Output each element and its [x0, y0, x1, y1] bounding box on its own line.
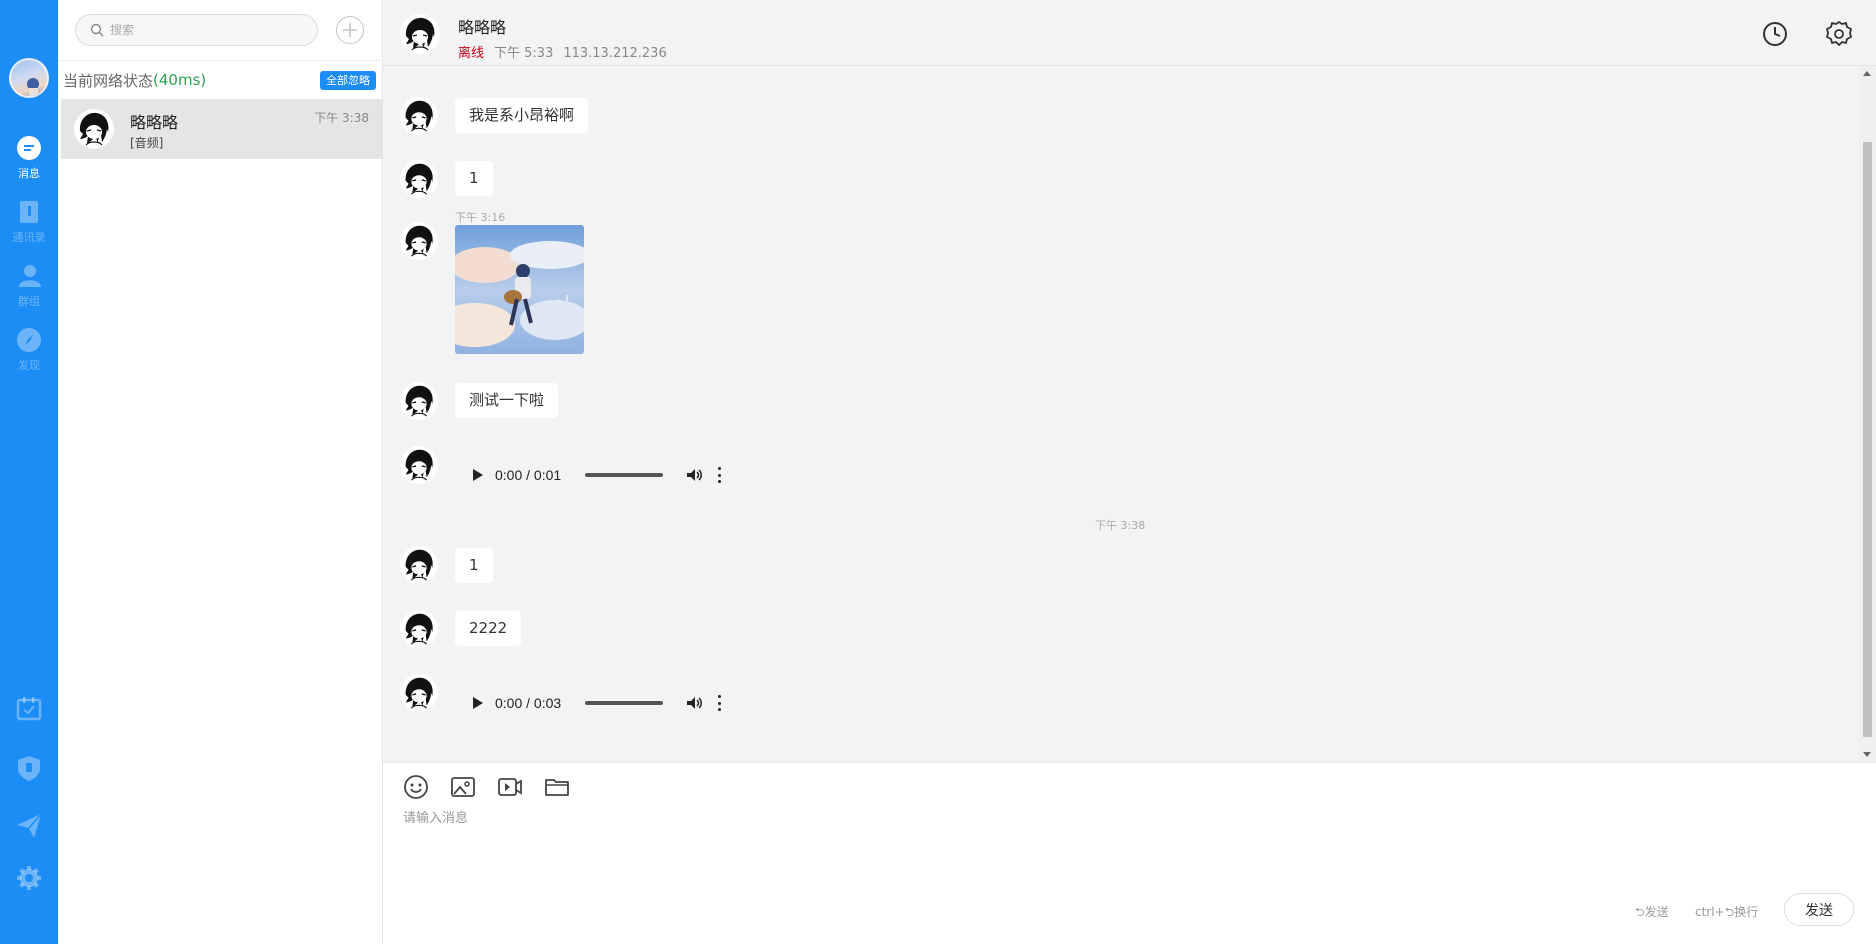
volume-icon[interactable] — [685, 694, 703, 712]
last-seen-time: 下午 5:33 — [494, 46, 554, 61]
audio-progress[interactable] — [585, 473, 663, 477]
more-icon[interactable] — [717, 695, 721, 711]
emoji-icon[interactable] — [403, 774, 429, 800]
message-scrollbar[interactable] — [1859, 66, 1876, 762]
shield-icon[interactable] — [15, 754, 43, 782]
time-divider: 下午 3:38 — [1095, 519, 1146, 532]
add-button[interactable] — [336, 16, 364, 44]
search-icon — [90, 23, 104, 37]
conversation-name: 略略略 — [130, 113, 179, 132]
message-icon — [17, 136, 41, 160]
video-icon[interactable] — [497, 774, 523, 800]
chat-header: 略略略 离线 下午 5:33 113.13.212.236 — [383, 0, 1876, 66]
plus-icon — [343, 23, 357, 37]
chat-title: 略略略 — [458, 18, 507, 37]
message-avatar — [400, 446, 438, 484]
ignore-all-button[interactable]: 全部忽略 — [320, 71, 376, 90]
send-icon[interactable] — [15, 812, 43, 840]
rail-item-label: 消息 — [18, 167, 40, 180]
left-rail: 消息 通讯录 群组 发现 — [0, 0, 58, 944]
rail-item-groups[interactable]: 群组 — [0, 263, 58, 309]
history-icon[interactable] — [1761, 20, 1789, 48]
settings-icon[interactable] — [1825, 20, 1853, 48]
conversation-preview: [音频] — [130, 136, 164, 150]
conversation-item[interactable]: 略略略 [音频] 下午 3:38 — [61, 99, 383, 159]
contact-avatar — [74, 109, 114, 149]
message-bubble: 测试一下啦 — [455, 383, 559, 418]
status-badge: 离线 — [458, 46, 485, 61]
message-avatar — [400, 674, 438, 712]
search-input[interactable] — [110, 23, 300, 37]
audio-progress[interactable] — [585, 701, 663, 705]
rail-item-label: 通讯录 — [12, 231, 46, 244]
network-latency: (40ms) — [153, 71, 207, 89]
message-list: 我是系小昂裕啊 1 下午 3:16 测试一下啦 0:00 / 0:01 下午 3… — [383, 66, 1876, 762]
message-bubble: 1 — [455, 161, 493, 196]
search-box[interactable] — [75, 14, 318, 46]
send-button[interactable]: 发送 — [1784, 893, 1854, 926]
message-avatar — [400, 610, 438, 648]
image-message[interactable] — [455, 225, 584, 354]
settings-icon[interactable] — [15, 864, 43, 892]
chat-meta: 离线 下午 5:33 113.13.212.236 — [458, 42, 667, 61]
contacts-icon — [20, 201, 38, 223]
audio-time: 0:00 / 0:01 — [495, 467, 562, 483]
send-hint: ⮌发送 — [1635, 905, 1669, 919]
scroll-up-arrow[interactable] — [1863, 71, 1871, 76]
more-icon[interactable] — [717, 467, 721, 483]
message-avatar — [400, 160, 438, 198]
network-status-label: 当前网络状态 — [63, 71, 154, 90]
image-icon[interactable] — [450, 774, 476, 800]
message-avatar — [400, 382, 438, 420]
network-status-bar: 当前网络状态 (40ms) 全部忽略 — [58, 60, 383, 99]
rail-item-contacts[interactable]: 通讯录 — [0, 199, 58, 245]
user-avatar[interactable] — [9, 58, 49, 98]
rail-item-discover[interactable]: 发现 — [0, 327, 58, 373]
message-input[interactable] — [403, 807, 1843, 887]
compass-icon — [17, 328, 41, 352]
ip-address: 113.13.212.236 — [563, 46, 667, 61]
scroll-thumb[interactable] — [1863, 142, 1872, 737]
audio-player[interactable]: 0:00 / 0:01 — [455, 448, 737, 502]
audio-player[interactable]: 0:00 / 0:03 — [455, 676, 737, 730]
conversation-list-panel: 当前网络状态(40ms) 全部忽略 略略略 [音频] 下午 3:38 — [58, 0, 383, 944]
play-icon[interactable] — [473, 469, 483, 481]
volume-icon[interactable] — [685, 466, 703, 484]
message-avatar — [400, 97, 438, 135]
scroll-down-arrow[interactable] — [1863, 752, 1871, 757]
rail-item-label: 群组 — [18, 295, 40, 308]
message-avatar — [400, 546, 438, 584]
play-icon[interactable] — [473, 697, 483, 709]
message-avatar — [400, 222, 438, 260]
message-bubble: 我是系小昂裕啊 — [455, 98, 589, 133]
message-composer: ⮌发送 ctrl+⮌换行 发送 — [383, 762, 1876, 944]
chat-contact-avatar[interactable] — [400, 14, 440, 54]
folder-icon[interactable] — [544, 774, 570, 800]
message-bubble: 2222 — [455, 611, 522, 646]
chat-panel: 略略略 离线 下午 5:33 113.13.212.236 我是系小昂裕啊 1 下午… — [383, 0, 1876, 944]
rail-item-label: 发现 — [18, 359, 40, 372]
app-window: 消息 通讯录 群组 发现 搜索 当前网络状态 (40ms) 全部忽略 略略略 [… — [0, 0, 1876, 944]
message-bubble: 1 — [455, 548, 493, 583]
conversation-time: 下午 3:38 — [314, 111, 369, 125]
calendar-icon[interactable] — [15, 694, 43, 722]
rail-item-messages[interactable]: 消息 — [0, 135, 58, 181]
message-time: 下午 3:16 — [455, 211, 506, 224]
group-icon — [19, 265, 41, 287]
audio-time: 0:00 / 0:03 — [495, 695, 562, 711]
newline-hint: ctrl+⮌换行 — [1695, 905, 1759, 919]
